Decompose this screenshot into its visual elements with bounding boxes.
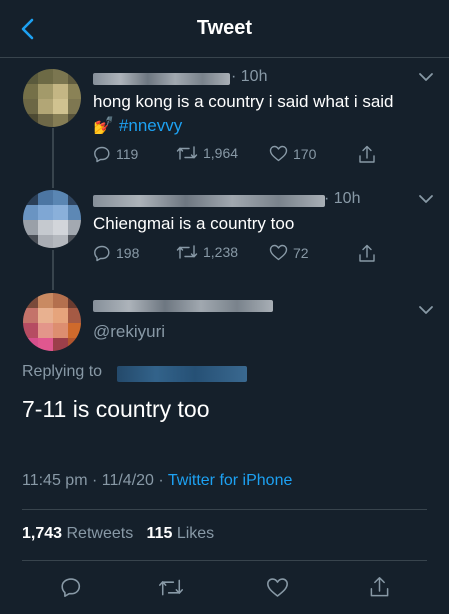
tweet-detail-screen: Tweet · 10h hong kong is a country i sai… bbox=[0, 0, 449, 614]
retweet-icon bbox=[159, 579, 183, 595]
share-icon bbox=[370, 576, 388, 597]
likes-label: Likes bbox=[176, 525, 215, 542]
like-button[interactable] bbox=[264, 574, 290, 600]
retweet-total: 1,743 bbox=[22, 525, 63, 542]
author-handle[interactable]: @rekiyuri bbox=[93, 322, 165, 342]
tweet-stats: 1,743 Retweets 115 Likes bbox=[22, 525, 214, 543]
avatar[interactable] bbox=[23, 293, 81, 351]
main-tweet: @rekiyuri Replying to 7-11 is country to… bbox=[0, 0, 449, 614]
retweets-label: Retweets bbox=[66, 525, 134, 542]
likes-stat[interactable]: 115 Likes bbox=[147, 525, 215, 542]
share-button[interactable] bbox=[366, 574, 392, 600]
chevron-down-icon[interactable] bbox=[418, 302, 434, 318]
heart-icon bbox=[266, 577, 288, 597]
timestamp-date: 11:45 pm · 11/4/20 · bbox=[22, 472, 168, 489]
replying-to-label: Replying to bbox=[22, 363, 103, 380]
tweet-timestamp: 11:45 pm · 11/4/20 · Twitter for iPhone bbox=[22, 472, 292, 490]
main-tweet-actions bbox=[0, 570, 449, 602]
divider bbox=[22, 560, 427, 561]
like-total: 115 bbox=[146, 525, 173, 542]
reply-icon bbox=[61, 578, 81, 597]
retweet-button[interactable] bbox=[158, 574, 184, 600]
main-tweet-text: 7-11 is country too bbox=[22, 396, 210, 422]
retweets-stat[interactable]: 1,743 Retweets bbox=[22, 525, 133, 542]
author-name[interactable] bbox=[93, 300, 273, 312]
divider bbox=[22, 509, 427, 510]
tweet-source-link[interactable]: Twitter for iPhone bbox=[168, 472, 293, 489]
replying-to-handle[interactable] bbox=[117, 366, 247, 382]
reply-button[interactable] bbox=[58, 574, 84, 600]
